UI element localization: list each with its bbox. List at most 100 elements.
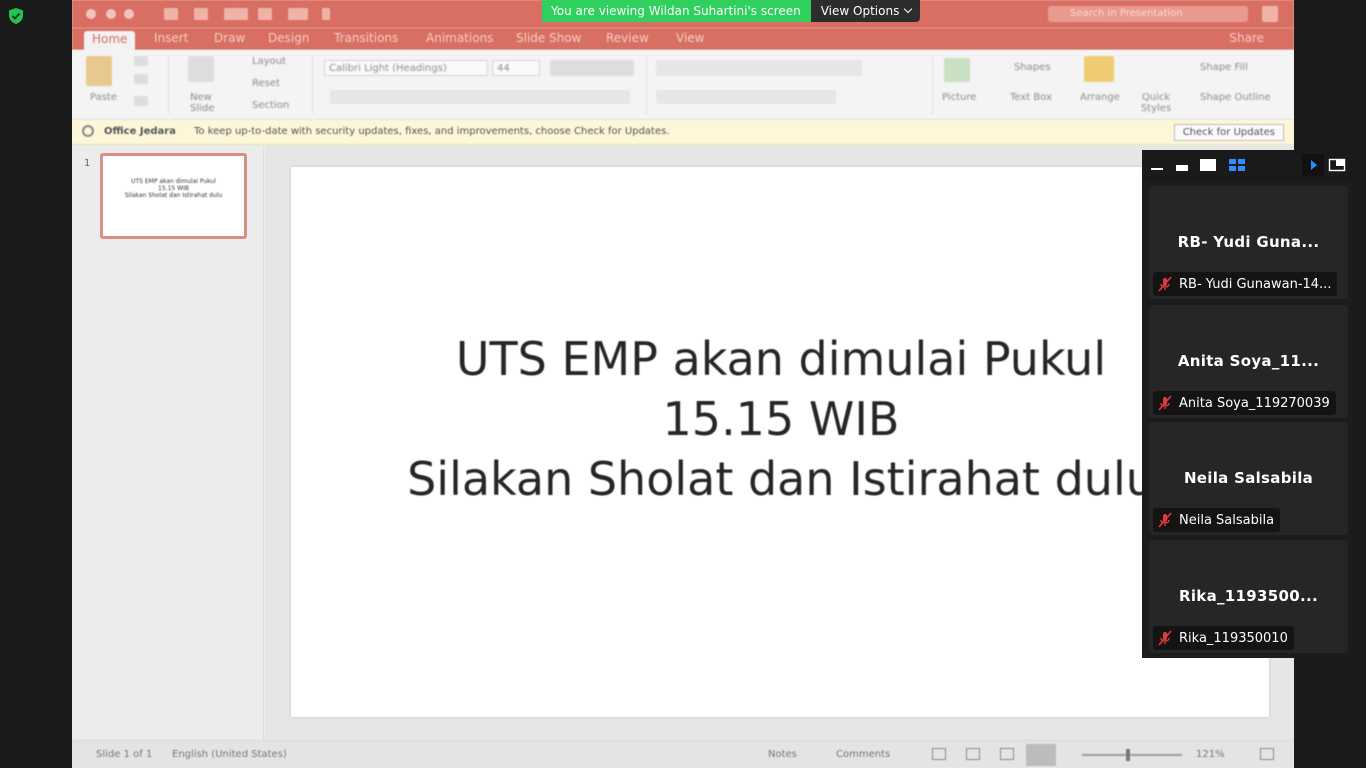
view-options-label: View Options [820, 4, 900, 18]
muted-mic-icon [1158, 512, 1172, 528]
gallery-view-icon[interactable] [1228, 157, 1246, 173]
security-shield-icon[interactable] [7, 7, 25, 25]
slide-thumbnail: UTS EMP akan dimulai Pukul 15.15 WIB Sil… [100, 153, 247, 239]
pop-out-icon[interactable] [1328, 157, 1346, 173]
font-name-box: Calibri Light (Headings) [324, 60, 488, 76]
participant-name-label: Anita Soya_119270039 [1153, 391, 1336, 415]
muted-mic-icon [1158, 276, 1172, 292]
font-format-buttons [330, 90, 630, 104]
ppt-tab-animations: Animations [426, 31, 494, 45]
participant-name: Anita Soya_119270039 [1179, 395, 1330, 411]
copy-icon [134, 74, 148, 84]
participant-tile[interactable]: Rika_1193500... Rika_119350010 [1149, 540, 1348, 653]
ppt-tab-insert: Insert [154, 31, 189, 45]
participant-name-label: Neila Salsabila [1153, 508, 1281, 532]
participant-name-label: RB- Yudi Gunawan-14... [1153, 272, 1338, 296]
language-status: English (United States) [172, 749, 287, 760]
shapes-label: Shapes [1014, 62, 1051, 73]
fit-slide-icon [1260, 748, 1274, 760]
more-icon [322, 8, 330, 20]
gear-icon [82, 125, 94, 137]
view-options-button[interactable]: View Options [810, 0, 921, 22]
muted-mic-icon [1158, 630, 1172, 646]
slide-count: Slide 1 of 1 [96, 749, 153, 760]
font-tools [550, 60, 634, 76]
reset-label: Reset [252, 78, 280, 89]
slide-thumbnail-pane: 1 UTS EMP akan dimulai Pukul 15.15 WIB S… [72, 146, 264, 740]
paragraph-tools-bottom [656, 90, 836, 104]
ppt-ribbon-tabs: Home Insert Draw Design Transitions Anim… [72, 28, 1294, 50]
participant-display-name: Anita Soya_11... [1177, 352, 1320, 370]
participant-name: Rika_119350010 [1179, 630, 1288, 646]
screen-share-banner: You are viewing Wildan Suhartini's scree… [542, 0, 921, 22]
participant-tile[interactable]: Neila Salsabila Neila Salsabila [1149, 422, 1348, 535]
window-zoom-dot [124, 9, 134, 19]
ppt-tab-home: Home [84, 31, 136, 50]
quick-styles-label: Quick Styles [1140, 92, 1172, 114]
muted-mic-icon [1158, 395, 1172, 411]
ppt-share-button: Share [1229, 31, 1264, 45]
slide-line-3: Silakan Sholat dan Istirahat dulu [407, 452, 1155, 506]
slide-sorter-icon [966, 748, 980, 760]
active-speaker-view-icon[interactable] [1175, 159, 1189, 173]
minimize-video-icon[interactable] [1150, 159, 1164, 173]
comments-button: Comments [836, 749, 891, 760]
participant-display-name: Rika_1193500... [1179, 587, 1318, 605]
layout-label: Layout [252, 56, 286, 67]
picture-label: Picture [942, 92, 977, 103]
shape-fill-label: Shape Fill [1200, 62, 1248, 73]
format-painter-icon [134, 96, 148, 106]
slide-canvas: UTS EMP akan dimulai Pukul 15.15 WIB Sil… [291, 167, 1269, 717]
ppt-tab-view: View [676, 31, 705, 45]
paragraph-tools-top [656, 60, 862, 76]
viewing-screen-label: You are viewing Wildan Suhartini's scree… [542, 0, 811, 22]
participant-tile[interactable]: Anita Soya_11... Anita Soya_119270039 [1149, 305, 1348, 418]
chevron-down-icon [904, 4, 913, 14]
notes-button: Notes [768, 749, 797, 760]
check-updates-button: Check for Updates [1173, 124, 1284, 141]
slideshow-view-icon [1026, 744, 1056, 766]
thumbnail-line: 15.15 WIB [158, 185, 189, 192]
message-text: To keep up-to-date with security updates… [194, 126, 670, 137]
slide-text-box: UTS EMP akan dimulai Pukul 15.15 WIB Sil… [291, 329, 1271, 509]
ppt-tab-draw: Draw [214, 31, 246, 45]
normal-view-icon [932, 748, 946, 760]
undo-icon [224, 8, 248, 20]
zoom-level: 121% [1196, 749, 1225, 760]
participant-name-label: Rika_119350010 [1153, 626, 1294, 650]
zoom-meeting-window: Search in Presentation Home Insert Draw … [0, 0, 1366, 768]
window-minimize-dot [106, 9, 116, 19]
participant-video-panel: RB- Yudi Guna... RB- Yudi Gunawan-14... … [1142, 150, 1354, 658]
video-panel-toolbar [1142, 150, 1354, 180]
single-video-view-icon[interactable] [1199, 157, 1217, 173]
zoom-slider-knob [1126, 749, 1130, 761]
update-message-bar: Office Jedara To keep up-to-date with se… [72, 120, 1294, 145]
font-size-box: 44 [492, 60, 540, 76]
thumbnail-number: 1 [84, 158, 91, 169]
participant-tile[interactable]: RB- Yudi Guna... RB- Yudi Gunawan-14... [1149, 186, 1348, 299]
next-page-button[interactable] [1302, 154, 1324, 176]
paste-label: Paste [90, 92, 117, 103]
ppt-ribbon: Paste New Slide Layout Reset Section Cal… [72, 50, 1294, 120]
ppt-tab-slide-show: Slide Show [516, 31, 582, 45]
picture-icon [944, 58, 970, 82]
redo-icon [258, 8, 272, 20]
play-arrow-icon [1311, 160, 1317, 170]
ppt-tab-transitions: Transitions [334, 31, 399, 45]
new-slide-label: New Slide [190, 92, 215, 114]
section-label: Section [252, 100, 290, 111]
ppt-search-box: Search in Presentation [1048, 6, 1248, 22]
smiley-icon [1262, 6, 1278, 22]
arrange-label: Arrange [1080, 92, 1120, 103]
ppt-status-bar: Slide 1 of 1 English (United States) Not… [72, 740, 1294, 768]
thumbnail-line: UTS EMP akan dimulai Pukul [131, 178, 216, 185]
home-icon [164, 8, 178, 20]
new-slide-icon [188, 56, 214, 82]
participant-name: Neila Salsabila [1179, 512, 1275, 528]
paste-icon [86, 56, 112, 86]
participant-name: RB- Yudi Gunawan-14... [1179, 276, 1332, 292]
reading-view-icon [1000, 748, 1014, 760]
participant-display-name: Neila Salsabila [1183, 469, 1314, 487]
text-box-label: Text Box [1010, 92, 1052, 103]
window-close-dot [86, 9, 96, 19]
